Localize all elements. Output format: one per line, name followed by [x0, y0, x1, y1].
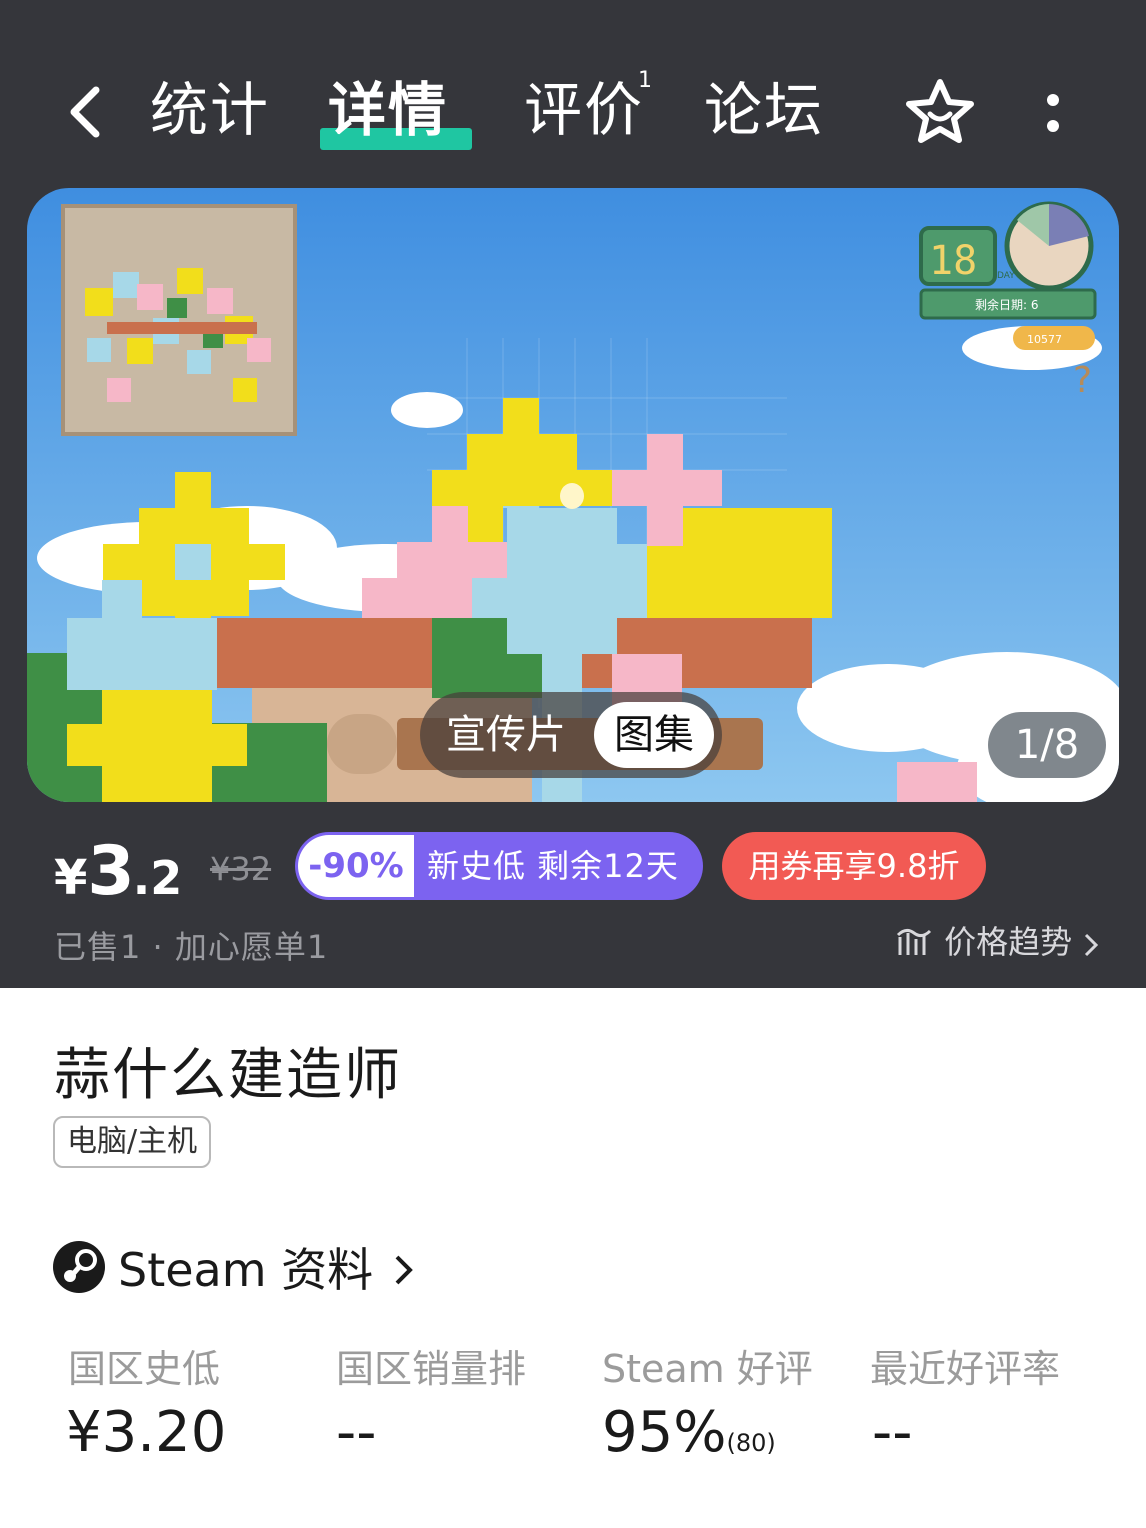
platform-tag: 电脑/主机: [53, 1116, 212, 1168]
stat-review-count: (80): [726, 1429, 776, 1457]
discount-note: 新史低 剩余12天: [427, 847, 679, 885]
stat-label-recent-rating: 最近好评率: [870, 1347, 1061, 1391]
chart-icon: [896, 928, 932, 955]
price-integer: 3: [87, 832, 134, 911]
dark-header: 统计 详情 评价 1 论坛 18 DAY 剩余日期: 6 10577 ? 宣传片…: [0, 0, 1146, 988]
game-title: 蒜什么建造师: [54, 1043, 402, 1108]
steam-icon: [53, 1241, 105, 1293]
help-icon: ?: [1073, 360, 1092, 401]
reviews-badge: 1: [638, 68, 652, 93]
back-icon[interactable]: [62, 82, 112, 142]
chevron-right-icon: [395, 1255, 413, 1285]
image-counter: 1/8: [988, 712, 1106, 778]
hud-deadline: 剩余日期: 6: [975, 297, 1039, 312]
stat-value-recent-rating: --: [872, 1400, 913, 1465]
discount-badge: -90% 新史低 剩余12天: [295, 832, 703, 900]
gallery-tab[interactable]: 图集: [594, 702, 714, 768]
hud-day: 18: [929, 238, 977, 284]
tab-reviews[interactable]: 评价: [524, 74, 644, 146]
stat-label-steam-rating: Steam 好评: [602, 1347, 813, 1391]
current-price: ¥3.2: [54, 832, 182, 911]
price-decimal: .2: [132, 851, 183, 905]
media-toggle: 宣传片 图集: [420, 692, 722, 778]
sales-info: 已售1 · 加心愿单1: [54, 928, 329, 966]
stat-steam-rating: 95%(80): [602, 1400, 776, 1465]
chevron-right-icon: [1085, 933, 1099, 957]
steam-section-label: Steam 资料: [118, 1243, 374, 1297]
top-nav: 统计 详情 评价 1 论坛: [0, 60, 1146, 160]
price-trend-label: 价格趋势: [944, 923, 1073, 961]
hud-coins: 10577: [1027, 333, 1062, 346]
trailer-tab[interactable]: 宣传片: [446, 702, 566, 768]
stat-value-lowest: ¥3.20: [66, 1400, 227, 1465]
original-price: ¥32: [210, 850, 272, 888]
tab-details[interactable]: 详情: [328, 74, 448, 146]
coupon-button[interactable]: 用券再享9.8折: [722, 832, 986, 900]
tab-forum[interactable]: 论坛: [704, 74, 824, 146]
currency-symbol: ¥: [54, 850, 88, 906]
stat-value-steam-rating: 95%: [602, 1400, 727, 1465]
price-trend-link[interactable]: 价格趋势: [896, 920, 1100, 964]
more-icon[interactable]: [1040, 90, 1066, 138]
stat-value-sales-rank: --: [336, 1400, 377, 1465]
stat-label-lowest: 国区史低: [68, 1347, 221, 1391]
discount-percent: -90%: [298, 835, 414, 897]
hud-day-label: DAY: [997, 271, 1015, 281]
star-icon[interactable]: [904, 76, 976, 146]
stat-label-sales-rank: 国区销量排: [336, 1347, 527, 1391]
tab-stats[interactable]: 统计: [150, 74, 270, 146]
